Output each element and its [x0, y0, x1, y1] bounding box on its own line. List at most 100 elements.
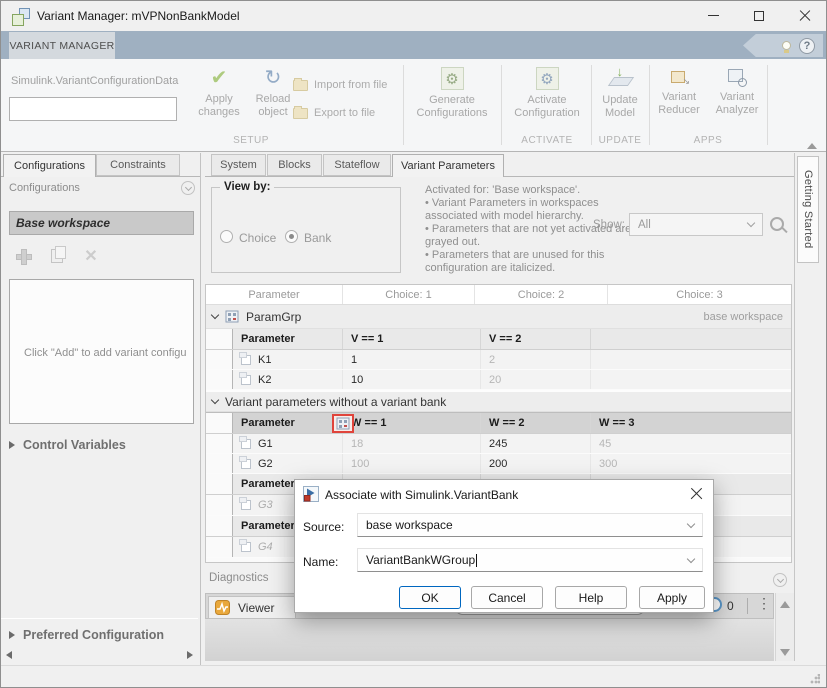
- help-icon[interactable]: [799, 38, 815, 54]
- configuration-item-base-workspace[interactable]: Base workspace: [9, 211, 194, 235]
- close-button[interactable]: [782, 1, 827, 30]
- param-row-k2[interactable]: K2 10 20: [206, 370, 791, 390]
- param-row-g2[interactable]: G2 100 200 300: [206, 454, 791, 474]
- table-header-row: Parameter Choice: 1 Choice: 2 Choice: 3: [206, 285, 791, 305]
- tab-variant-parameters[interactable]: Variant Parameters: [392, 154, 504, 177]
- cell-value: 200: [481, 454, 591, 473]
- activate-configuration-button[interactable]: Activate Configuration: [507, 67, 587, 120]
- variant-analyzer-icon: [726, 67, 748, 87]
- lightbulb-icon[interactable]: [782, 41, 791, 50]
- cancel-button[interactable]: Cancel: [471, 586, 543, 609]
- dialog-close-icon[interactable]: [690, 487, 703, 500]
- variant-reducer-icon: [668, 67, 690, 87]
- control-variables-section[interactable]: Control Variables: [9, 438, 126, 452]
- configurations-section-label: Configurations: [9, 182, 80, 194]
- tab-blocks[interactable]: Blocks: [267, 154, 322, 176]
- app-icon: [12, 8, 29, 25]
- source-dropdown[interactable]: base workspace: [357, 513, 703, 537]
- group-row-no-bank[interactable]: Variant parameters without a variant ban…: [206, 392, 791, 412]
- source-label: Source:: [303, 520, 344, 534]
- tab-variant-manager[interactable]: VARIANT MANAGER: [9, 32, 115, 59]
- apply-changes-button[interactable]: Apply changes: [193, 67, 245, 119]
- info-line: • Parameters that are unused for this co…: [425, 249, 641, 275]
- cell-value: 2: [481, 350, 591, 369]
- view-by-group: View by: Choice Bank: [211, 187, 401, 273]
- section-apps: APPS: [651, 135, 765, 146]
- scroll-up-icon[interactable]: [780, 601, 790, 608]
- folder-import-icon: [293, 80, 308, 91]
- apply-button[interactable]: Apply: [639, 586, 705, 609]
- collapse-configurations-icon[interactable]: [181, 181, 195, 195]
- column-parameter: Parameter: [206, 285, 343, 304]
- dialog-simulink-icon: [303, 486, 319, 502]
- associate-bank-button[interactable]: [332, 414, 354, 433]
- tab-constraints[interactable]: Constraints: [96, 154, 180, 176]
- ok-button[interactable]: OK: [399, 586, 461, 609]
- expand-icon: [9, 441, 15, 449]
- radio-choice-label[interactable]: Choice: [239, 231, 276, 245]
- column-choice-3: Choice: 3: [608, 285, 791, 304]
- cell-value: 245: [481, 434, 591, 453]
- kebab-menu-icon[interactable]: [757, 595, 771, 612]
- cell-value: 1: [343, 350, 481, 369]
- subheader-row-w[interactable]: Parameter W == 1 W == 2 W == 3: [206, 412, 791, 434]
- preferred-configuration-section[interactable]: Preferred Configuration: [9, 628, 164, 642]
- parameter-icon: [241, 459, 251, 469]
- collapse-ribbon-icon[interactable]: [807, 143, 817, 149]
- tab-configurations[interactable]: Configurations: [3, 154, 96, 177]
- chevron-down-icon[interactable]: [211, 396, 219, 404]
- scroll-left-icon[interactable]: [6, 651, 12, 659]
- import-from-file-button[interactable]: Import from file: [293, 79, 387, 91]
- variant-reducer-button[interactable]: Variant Reducer: [651, 67, 707, 117]
- radio-choice[interactable]: [220, 230, 233, 243]
- parameter-icon: [241, 500, 251, 510]
- getting-started-tab[interactable]: Getting Started: [797, 156, 819, 263]
- scroll-down-icon[interactable]: [780, 649, 790, 656]
- status-bar: [1, 665, 826, 688]
- expand-icon: [9, 631, 15, 639]
- radio-bank[interactable]: [285, 230, 298, 243]
- plus-icon: [16, 249, 30, 263]
- copy-configuration-button[interactable]: [43, 243, 71, 269]
- config-data-input[interactable]: [9, 97, 177, 121]
- add-configuration-button[interactable]: [9, 243, 37, 269]
- export-to-file-button[interactable]: Export to file: [293, 107, 375, 119]
- maximize-button[interactable]: [736, 1, 782, 30]
- viewer-tab[interactable]: Viewer: [208, 596, 296, 619]
- show-dropdown[interactable]: All: [629, 213, 763, 236]
- radio-bank-label[interactable]: Bank: [304, 231, 331, 245]
- update-model-button[interactable]: Update Model: [593, 67, 647, 120]
- chevron-down-icon: [747, 219, 755, 227]
- delete-configuration-button[interactable]: [77, 243, 105, 269]
- section-setup: SETUP: [201, 135, 301, 146]
- scroll-right-icon[interactable]: [187, 651, 193, 659]
- parameter-icon: [241, 542, 251, 552]
- generate-configurations-button[interactable]: Generate Configurations: [405, 67, 499, 120]
- minimize-button[interactable]: [690, 1, 736, 30]
- panel-splitter[interactable]: [200, 153, 201, 665]
- empty-list-hint: Click "Add" to add variant configu: [24, 347, 187, 359]
- help-button[interactable]: Help: [555, 586, 627, 609]
- collapse-diagnostics-icon[interactable]: [773, 573, 787, 587]
- reload-object-button[interactable]: Reload object: [247, 67, 299, 119]
- parameter-icon: [241, 375, 251, 385]
- tab-stateflow[interactable]: Stateflow: [323, 154, 391, 176]
- configurations-list[interactable]: Click "Add" to add variant configu: [9, 279, 194, 424]
- gear-generate-icon: [441, 67, 464, 90]
- search-icon[interactable]: [769, 216, 789, 236]
- name-combobox[interactable]: VariantBankWGroup: [357, 548, 703, 572]
- chevron-down-icon[interactable]: [211, 311, 219, 319]
- param-row-k1[interactable]: K1 1 2: [206, 350, 791, 370]
- param-row-g1[interactable]: G1 18 245 45: [206, 434, 791, 454]
- check-icon: [211, 67, 228, 89]
- cell-value: 20: [481, 370, 591, 389]
- group-row-paramgrp[interactable]: ParamGrp base workspace: [206, 305, 791, 329]
- tab-system[interactable]: System: [211, 154, 266, 176]
- chevron-down-icon: [687, 554, 695, 562]
- view-by-label: View by:: [220, 181, 274, 193]
- resize-grip[interactable]: [810, 674, 820, 684]
- variant-analyzer-button[interactable]: Variant Analyzer: [709, 67, 765, 117]
- delete-icon: [84, 246, 97, 266]
- diagnostics-scrollbar[interactable]: [775, 593, 794, 661]
- update-model-icon: [609, 67, 632, 90]
